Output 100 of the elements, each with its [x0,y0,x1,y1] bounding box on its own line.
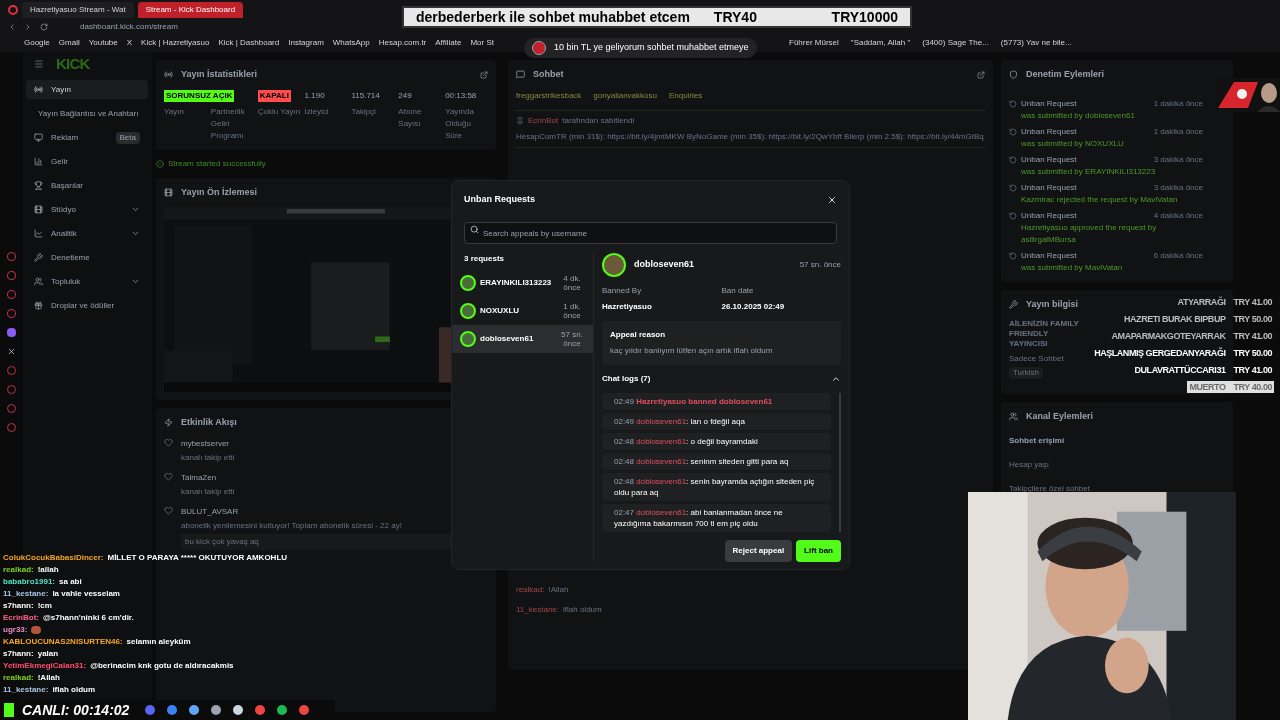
chat-username: 11_kestane: [3,588,49,600]
bookmark[interactable]: Kick | Hazretiyasuo [141,37,210,49]
live-timer: CANLI: 00:14:02 [22,700,130,720]
browser-tab[interactable]: Stream - Kick Dashboard [137,2,244,18]
chat-message: !Allah [37,672,60,684]
stat-label: Yayında Olduğu Süre [445,105,475,142]
bookmark[interactable]: Gmail [58,37,80,49]
sidebar-item[interactable]: Gelir [26,152,148,171]
browser-tab[interactable]: Hazretiyasuo Stream - Wat [22,2,134,18]
chat-user-chip[interactable]: gonyalianvakkosu [593,89,657,102]
sidebar-item[interactable]: Yayın Bağlantısı ve Anahtarı [26,104,148,123]
request-count: 3 requests [463,252,506,265]
action-text: Kazmirac rejected the request by MaviVatan [1021,193,1179,206]
bookmark[interactable]: (5773) Yav ne bile... [1000,37,1072,49]
bookmark[interactable]: Mor St [470,37,494,49]
taskbar-icon[interactable] [277,705,288,715]
stream-title: AİLENİZİN FAMILY FRIENDLY YAYINCISI [1009,319,1080,349]
log-entry: 02:49 Hazretiyasuo banned dobloseven61 [602,392,831,410]
chat-message: MİLLET O PARAYA ***** OKUTUYOR AMKOHLU [107,552,288,564]
bookmark[interactable]: Führer Mürsel [789,37,839,49]
close-icon[interactable] [827,194,837,205]
sidebar-item[interactable]: Topluluk [26,272,148,291]
donation-entry: HAŞLANMIŞ GERGEDANYARAĞI TRY 50.00 [1093,347,1273,359]
sidebar-icon [34,253,43,262]
bookmark[interactable]: Kick | Dashboard [218,37,280,49]
language-tag: Turkish [1009,367,1043,379]
activity-user: TalmaZen [181,471,218,484]
request-time: 57 sn. önce [799,258,841,271]
action-time: 4 dakika önce [1153,209,1203,222]
bookmark[interactable]: "Saddam, Allah " [850,37,911,49]
request-item[interactable]: NOXUXLU 1 dk. önce [452,296,593,325]
sidebar-item[interactable]: Analitik [26,224,148,243]
live-icon [164,70,173,80]
chat-message: @s7hann'ninki 6 cm'dir. [43,612,134,624]
popout-icon[interactable] [977,70,985,79]
search-field[interactable]: Search appeals by username [464,222,837,244]
lift-ban-button[interactable]: Lift ban [796,539,841,562]
activity-text: kanalı takip etti [181,485,235,498]
action-title: Unban Request [1021,125,1077,138]
stat-value: 00:13:58 [445,89,478,102]
action-title: Unban Request [1021,249,1077,262]
donation-entry: DULAVRATTÜCCARI31 TRY 41.00 [1133,364,1273,376]
panel-title: Kanal Eylemleri [1026,409,1094,423]
taskbar-icon[interactable] [233,705,244,715]
avatar-icon [532,41,546,55]
sidebar-item[interactable]: Yayın [26,80,148,99]
taskbar-icon[interactable] [211,705,222,715]
bookmark[interactable]: Hesap.com.tr [378,37,427,49]
panel-title: Denetim Eylemleri [1026,68,1105,81]
stat-label: Partnerlik Geliri Programı [210,105,246,142]
chat-message: yalan [37,648,59,660]
chat-username: EcrinBot: [3,612,39,624]
address-bar[interactable]: dashboard.kick.com/stream [80,21,178,33]
donation-entry: AMAPARMAKGOTEYARRAK TRY 41.00 [1110,330,1273,342]
request-time: 4 dk. önce [562,273,582,292]
taskbar-icon[interactable] [167,705,178,715]
setting-row[interactable]: Hesap yaşı [1009,459,1225,471]
panel-title: Yayın Ön İzlemesi [181,185,258,199]
chat-user-chip[interactable]: Enquiries [668,89,703,102]
stat-label: Yayın [164,105,185,118]
reject-button[interactable]: Reject appeal [724,539,793,562]
reload-icon[interactable] [40,23,48,31]
chat-user-chip[interactable]: freggarstrikesback [516,89,582,102]
bookmark[interactable]: Youtube [88,37,118,49]
sidebar-item[interactable]: Stüdyo [26,200,148,219]
popout-icon[interactable] [480,70,488,79]
activity-user: mybestserver [181,437,230,450]
back-icon[interactable] [8,23,16,31]
bookmark[interactable]: WhatsApp [332,37,370,49]
sidebar-item[interactable]: Droplar ve ödüller [26,296,148,315]
bookmark[interactable]: (3400) Sage The... [922,37,989,49]
action-time: 3 dakika önce [1153,153,1203,166]
sidebar-icon [34,157,43,166]
request-item[interactable]: dobloseven61 57 sn. önce [452,324,593,353]
sidebar-icon [34,277,43,286]
history-icon [1009,99,1017,108]
field-value: 26.10.2025 02:49 [721,300,786,313]
bookmark[interactable]: Instagram [288,37,324,49]
sidebar-icon [34,85,43,94]
bookmark[interactable]: Google [24,37,50,49]
sidebar-item[interactable]: Reklam Beta [26,128,148,147]
log-entry: 02:48 dobloseven61: senin bayramda açtığın siteden piç oldu para aq [602,472,831,501]
sidebar-item[interactable]: Denetleme [26,248,148,267]
setting-row[interactable]: Takipçilere özel sohbet [1009,483,1225,495]
forward-icon[interactable] [24,23,32,31]
wrench-icon [1009,299,1018,309]
bookmark[interactable]: Affiliate [435,37,462,49]
x-logo-icon[interactable] [6,347,16,356]
activity-text: kanalı takip etti [181,451,235,464]
logs-title: Chat logs (7) [602,372,651,385]
stat-label: İzleyici [304,105,330,118]
taskbar-icon[interactable] [189,705,200,715]
chat-username: 11_kestane: [3,684,49,696]
sidebar-icon [34,301,43,310]
bookmark[interactable]: X [126,37,133,49]
kick-logo-icon [4,703,14,717]
request-item[interactable]: ERAYINKILI313223 4 dk. önce [452,268,593,297]
sidebar-item[interactable]: Başarılar [26,176,148,195]
browser-logo-icon[interactable] [8,5,18,15]
stat-label: Takipçi [351,105,377,118]
